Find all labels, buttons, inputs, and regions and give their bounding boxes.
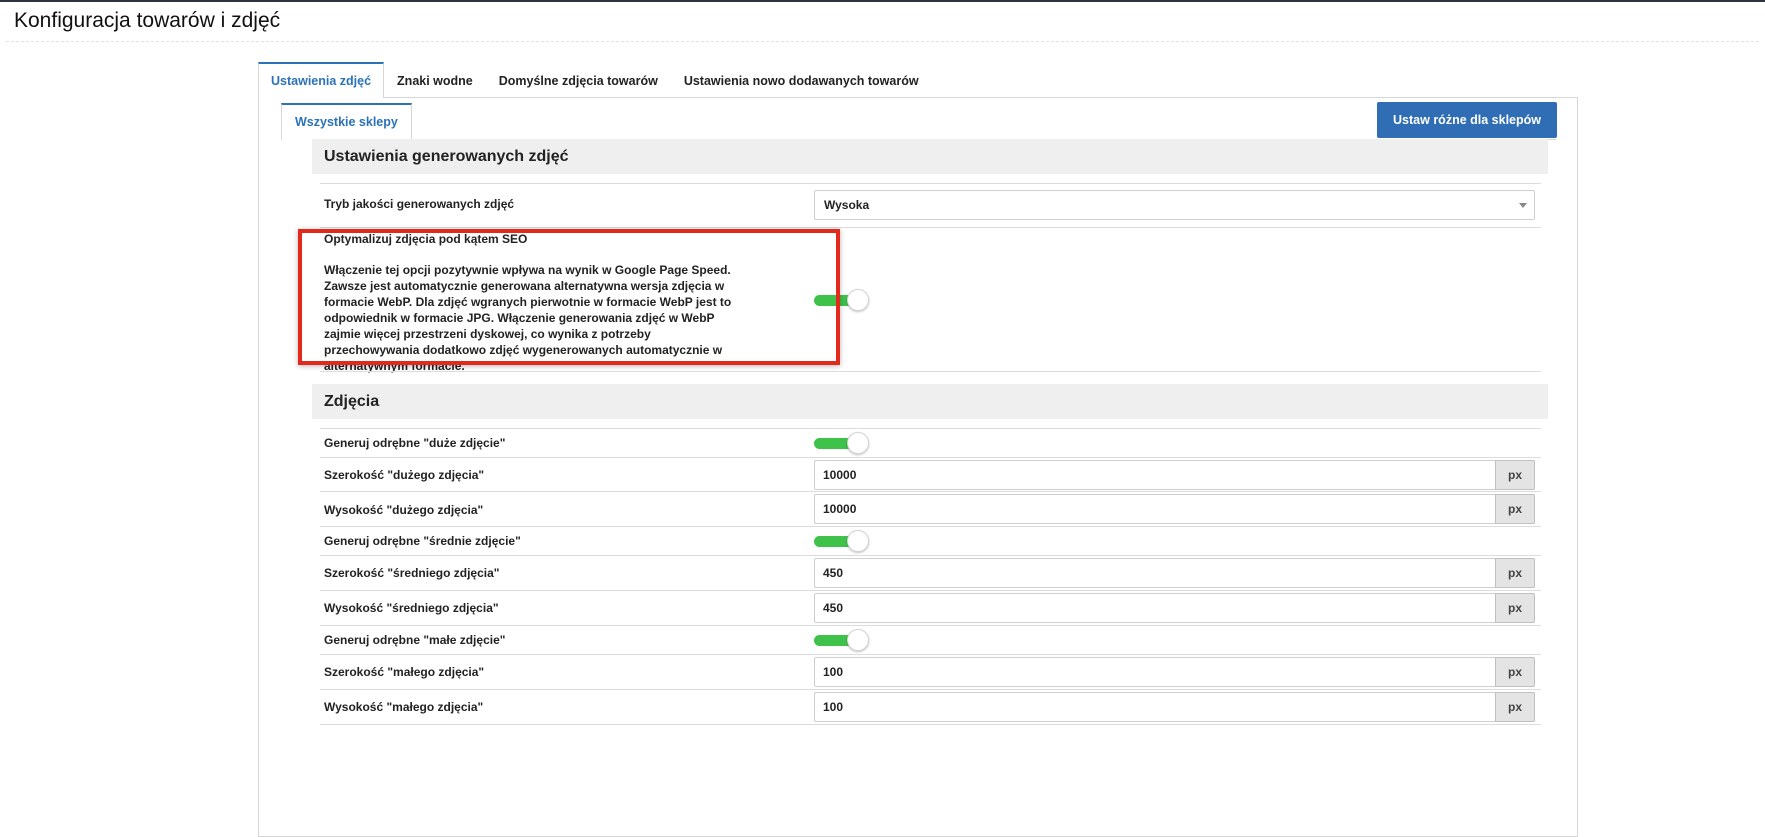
section-header-photos: Zdjęcia: [312, 384, 1548, 419]
px-unit-label: px: [1495, 657, 1535, 687]
chevron-down-icon: [1519, 203, 1527, 208]
large-photo-toggle[interactable]: [814, 432, 869, 454]
small-width-input[interactable]: [814, 657, 1496, 687]
seo-optimize-description: Włączenie tej opcji pozytywnie wpływa na…: [324, 263, 732, 373]
set-per-store-button[interactable]: Ustaw różne dla sklepów: [1377, 102, 1557, 138]
divider: [320, 654, 1541, 655]
small-height-input[interactable]: [814, 692, 1496, 722]
medium-height-input[interactable]: [814, 593, 1496, 623]
main-tabs: Ustawienia zdjęć Znaki wodne Domyślne zd…: [258, 62, 932, 98]
px-unit-label: px: [1495, 460, 1535, 490]
large-photo-toggle-label: Generuj odrębne "duże zdjęcie": [324, 436, 506, 450]
toggle-knob: [847, 289, 869, 311]
px-unit-label: px: [1495, 593, 1535, 623]
px-unit-label: px: [1495, 494, 1535, 524]
small-photo-toggle-label: Generuj odrębne "małe zdjęcie": [324, 633, 506, 647]
small-width-label: Szerokość "małego zdjęcia": [324, 665, 485, 679]
tab-default-photos[interactable]: Domyślne zdjęcia towarów: [486, 62, 671, 98]
medium-photo-toggle[interactable]: [814, 530, 869, 552]
divider: [320, 183, 1541, 184]
medium-width-label: Szerokość "średniego zdjęcia": [324, 566, 500, 580]
tab-all-stores[interactable]: Wszystkie sklepy: [281, 103, 412, 140]
quality-mode-label: Tryb jakości generowanych zdjęć: [324, 197, 515, 211]
seo-optimize-toggle[interactable]: [814, 289, 869, 311]
divider: [320, 625, 1541, 626]
toggle-knob: [847, 629, 869, 651]
tab-panel: Wszystkie sklepy Ustaw różne dla sklepów…: [258, 97, 1578, 837]
small-height-label: Wysokość "małego zdjęcia": [324, 700, 484, 714]
quality-mode-value: Wysoka: [824, 198, 870, 212]
large-height-label: Wysokość "dużego zdjęcia": [324, 503, 484, 517]
px-unit-label: px: [1495, 692, 1535, 722]
tab-new-products-settings[interactable]: Ustawienia nowo dodawanych towarów: [671, 62, 932, 98]
large-height-input[interactable]: [814, 494, 1496, 524]
title-divider: [6, 41, 1759, 42]
medium-width-input[interactable]: [814, 558, 1496, 588]
toggle-knob: [847, 530, 869, 552]
medium-photo-toggle-label: Generuj odrębne "średnie zdjęcie": [324, 534, 521, 548]
quality-mode-select[interactable]: Wysoka: [814, 190, 1535, 220]
divider: [320, 526, 1541, 527]
divider: [320, 491, 1541, 492]
large-width-input[interactable]: [814, 460, 1496, 490]
store-tabs-bar: Wszystkie sklepy Ustaw różne dla sklepów: [281, 102, 1557, 140]
seo-optimize-label: Optymalizuj zdjęcia pod kątem SEO: [324, 232, 528, 246]
medium-height-label: Wysokość "średniego zdjęcia": [324, 601, 499, 615]
tab-watermarks[interactable]: Znaki wodne: [384, 62, 486, 98]
toggle-knob: [847, 432, 869, 454]
divider: [320, 724, 1541, 725]
divider: [320, 227, 1541, 228]
divider: [320, 371, 1541, 372]
divider: [320, 428, 1541, 429]
divider: [320, 590, 1541, 591]
small-photo-toggle[interactable]: [814, 629, 869, 651]
px-unit-label: px: [1495, 558, 1535, 588]
tab-photo-settings[interactable]: Ustawienia zdjęć: [258, 62, 385, 98]
section-header-generated: Ustawienia generowanych zdjęć: [312, 139, 1548, 174]
large-width-label: Szerokość "dużego zdjęcia": [324, 468, 485, 482]
divider: [320, 689, 1541, 690]
page-title: Konfiguracja towarów i zdjęć: [14, 9, 281, 32]
divider: [320, 555, 1541, 556]
divider: [320, 457, 1541, 458]
